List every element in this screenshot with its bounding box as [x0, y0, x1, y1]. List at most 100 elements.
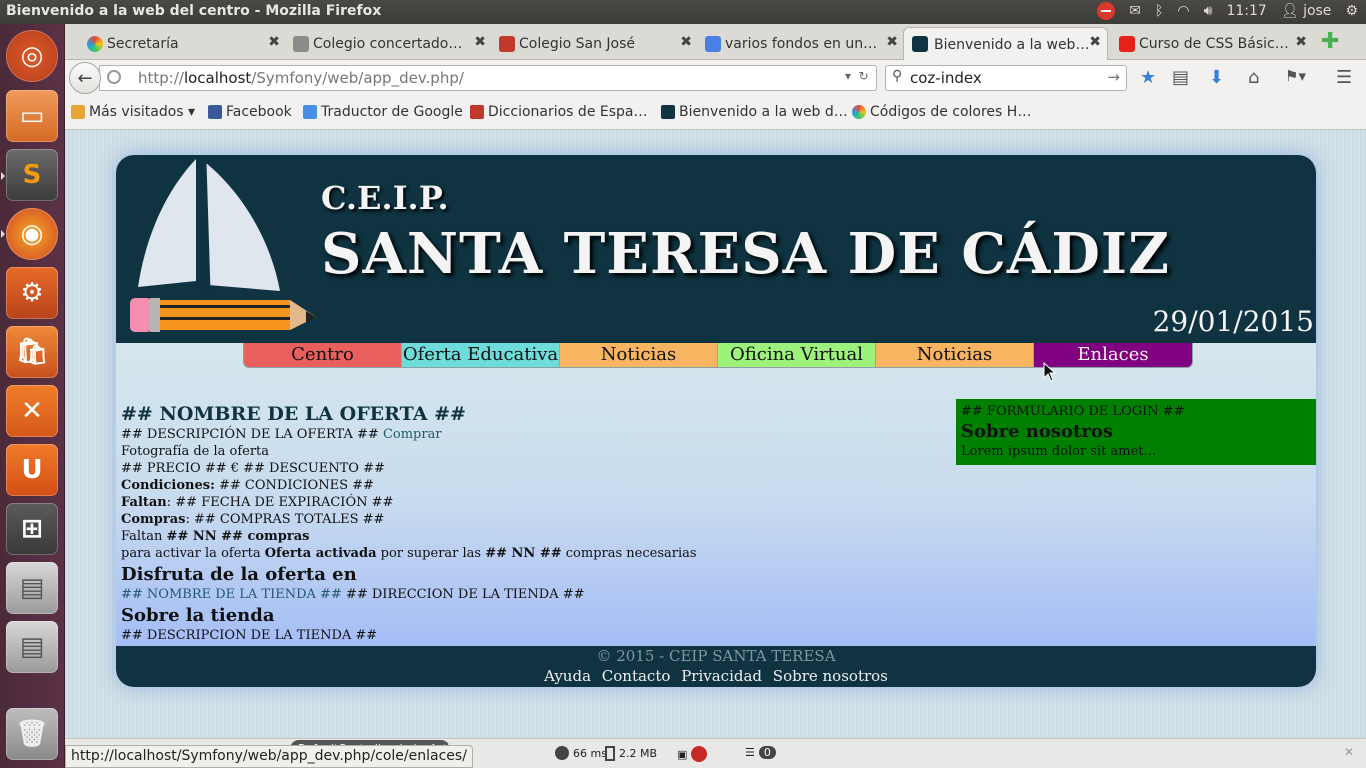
activate-text: para activar la oferta	[121, 546, 261, 561]
new-tab-plus-icon[interactable]: ✚	[1321, 29, 1339, 54]
debug-timer[interactable]: 66 ms	[555, 746, 607, 760]
offer-conditions: ## CONDICIONES ##	[219, 478, 374, 493]
addon-icon[interactable]: ⚑▾	[1285, 67, 1306, 85]
store-name-link[interactable]: ## NOMBRE DE LA TIENDA ##	[121, 587, 342, 602]
back-arrow-icon: ←	[77, 67, 93, 89]
menu-item-oficina-virtual[interactable]: Oficina Virtual	[718, 343, 876, 367]
site-identity-icon[interactable]	[107, 70, 121, 84]
close-toolbar-icon[interactable]: ✕	[1344, 745, 1354, 759]
navigation-toolbar: http://localhost/Symfony/web/app_dev.php…	[65, 60, 1366, 96]
security-status-icon	[691, 746, 708, 762]
about-us-text: Lorem ipsum dolor sit amet...	[961, 444, 1156, 459]
menu-item-oferta-educativa[interactable]: Oferta Educativa	[402, 343, 560, 367]
drive-icon[interactable]: ▤	[6, 621, 58, 673]
site-container: C.E.I.P. SANTA TERESA DE CÁDIZ 29/01/201…	[116, 155, 1316, 687]
workspace-switcher-icon[interactable]: ⊞	[6, 503, 58, 555]
tab-strip: Secretaría ✖ Colegio concertado… ✖ Coleg…	[65, 24, 1366, 61]
bookmark-diccionarios[interactable]: Diccionarios de Espa…	[470, 104, 647, 120]
drive-icon[interactable]: ▤	[6, 562, 58, 614]
footer-link-ayuda[interactable]: Ayuda	[544, 667, 591, 685]
wifi-icon[interactable]: ◠	[1177, 3, 1189, 19]
back-button[interactable]: ←	[69, 62, 101, 94]
close-icon[interactable]: ✖	[886, 34, 898, 50]
activated-tail: compras necesarias	[565, 546, 697, 561]
close-icon[interactable]: ✖	[680, 34, 692, 50]
stopwatch-icon	[555, 746, 569, 760]
debug-queries[interactable]: ☰ 0	[745, 746, 776, 759]
bluetooth-icon[interactable]: ᛒ	[1155, 3, 1163, 19]
ubuntu-one-icon[interactable]: U	[6, 444, 58, 496]
system-top-panel: Bienvenido a la web del centro - Mozilla…	[0, 0, 1366, 24]
url-history-reload-icon[interactable]: ▾ ↻	[845, 69, 869, 83]
offer-activation-line: para activar la oferta Oferta activada p…	[121, 545, 941, 562]
search-icon: ⚲	[892, 68, 903, 84]
software-center-icon[interactable]: 🛍︎	[6, 326, 58, 378]
url-bar[interactable]: http://localhost/Symfony/web/app_dev.php…	[99, 65, 877, 91]
tab-curso-css[interactable]: Curso de CSS Básic… ✖	[1117, 28, 1307, 60]
tab-secretaria[interactable]: Secretaría ✖	[85, 28, 280, 60]
stop-icon[interactable]	[1097, 2, 1116, 20]
home-icon[interactable]: ⌂	[1248, 67, 1259, 88]
bookmarks-menu-icon[interactable]: ▤	[1172, 67, 1189, 88]
menu-item-centro[interactable]: Centro	[244, 343, 402, 367]
bookmark-label: Más visitados ▾	[89, 104, 196, 120]
debug-security[interactable]: ▣	[677, 746, 708, 762]
conditions-label: Condiciones:	[121, 478, 215, 493]
page-viewport: C.E.I.P. SANTA TERESA DE CÁDIZ 29/01/201…	[65, 130, 1366, 738]
menu-item-noticias-2[interactable]: Noticias	[876, 343, 1034, 367]
volume-icon[interactable]: 🔊︎	[1204, 3, 1213, 19]
bookmark-bienvenido[interactable]: Bienvenido a la web d…	[661, 104, 848, 120]
sublime-text-icon[interactable]: S	[6, 149, 58, 201]
debug-memory[interactable]: 2.2 MB	[605, 746, 657, 761]
site-footer: © 2015 - CEIP SANTA TERESA Ayuda Contact…	[116, 646, 1316, 687]
settings-gear-icon[interactable]: ⚙	[1345, 3, 1358, 19]
bookmark-facebook[interactable]: Facebook	[208, 104, 292, 120]
tab-bienvenido[interactable]: Bienvenido a la web… ✖	[903, 27, 1108, 61]
files-icon[interactable]: ▭	[6, 90, 58, 142]
close-icon[interactable]: ✖	[474, 34, 486, 50]
bookmark-traductor[interactable]: Traductor de Google	[303, 104, 463, 120]
color-wheel-icon	[852, 105, 866, 119]
tab-colegio-concertado[interactable]: Colegio concertado… ✖	[291, 28, 486, 60]
folder-icon	[71, 105, 85, 119]
bookmarks-toolbar: Más visitados ▾ Facebook Traductor de Go…	[65, 96, 1366, 130]
security-icon: ▣	[677, 747, 688, 761]
user-menu[interactable]: 👤︎ jose	[1281, 3, 1332, 19]
footer-link-privacidad[interactable]: Privacidad	[681, 667, 762, 685]
system-settings-icon[interactable]: ⚙	[6, 267, 58, 319]
offer-price: ## PRECIO ## € ## DESCUENTO ##	[121, 461, 385, 476]
ubuntu-dash-icon[interactable]: ◎	[6, 30, 58, 82]
menu-hamburger-icon[interactable]: ☰	[1336, 67, 1352, 88]
footer-link-sobre-nosotros[interactable]: Sobre nosotros	[773, 667, 888, 685]
search-bar[interactable]: ⚲ coz-index →	[885, 65, 1127, 91]
bookmark-codigos-colores[interactable]: Códigos de colores H…	[852, 104, 1031, 120]
tab-favicon	[1119, 36, 1135, 52]
search-go-arrow-icon[interactable]: →	[1107, 68, 1120, 86]
firefox-icon[interactable]: ◉	[6, 208, 58, 260]
offer-conditions-line: Condiciones: ## CONDICIONES ##	[121, 477, 941, 494]
tab-varios-fondos[interactable]: varios fondos en un… ✖	[703, 28, 898, 60]
url-path: /Symfony/web/app_dev.php/	[251, 69, 464, 87]
xampp-icon[interactable]: ✕	[6, 385, 58, 437]
downloads-icon[interactable]: ⬇	[1209, 67, 1224, 88]
footer-link-contacto[interactable]: Contacto	[602, 667, 671, 685]
bookmark-label: Facebook	[226, 104, 292, 120]
tab-label: Curso de CSS Básic…	[1139, 36, 1289, 52]
activated-label: Oferta activada	[264, 546, 377, 561]
clock[interactable]: 11:17	[1226, 3, 1266, 19]
close-icon[interactable]: ✖	[1089, 34, 1101, 50]
buy-link[interactable]: Comprar	[383, 427, 442, 442]
close-icon[interactable]: ✖	[268, 34, 280, 50]
tab-colegio-san-jose[interactable]: Colegio San José ✖	[497, 28, 692, 60]
menu-item-noticias[interactable]: Noticias	[560, 343, 718, 367]
mail-icon[interactable]: ✉	[1129, 3, 1141, 19]
bookmark-star-icon[interactable]: ★	[1140, 67, 1156, 88]
offer-section: ## NOMBRE DE LA OFERTA ## ## DESCRIPCIÓN…	[121, 402, 941, 644]
bookmark-mas-visitados[interactable]: Más visitados ▾	[71, 104, 195, 120]
trash-icon[interactable]: 🗑︎	[6, 708, 58, 760]
search-input[interactable]: coz-index	[910, 69, 982, 87]
translate-icon	[303, 105, 317, 119]
mouse-pointer-icon	[1043, 362, 1057, 382]
menu-item-enlaces[interactable]: Enlaces	[1034, 343, 1192, 367]
close-icon[interactable]: ✖	[1295, 34, 1307, 50]
